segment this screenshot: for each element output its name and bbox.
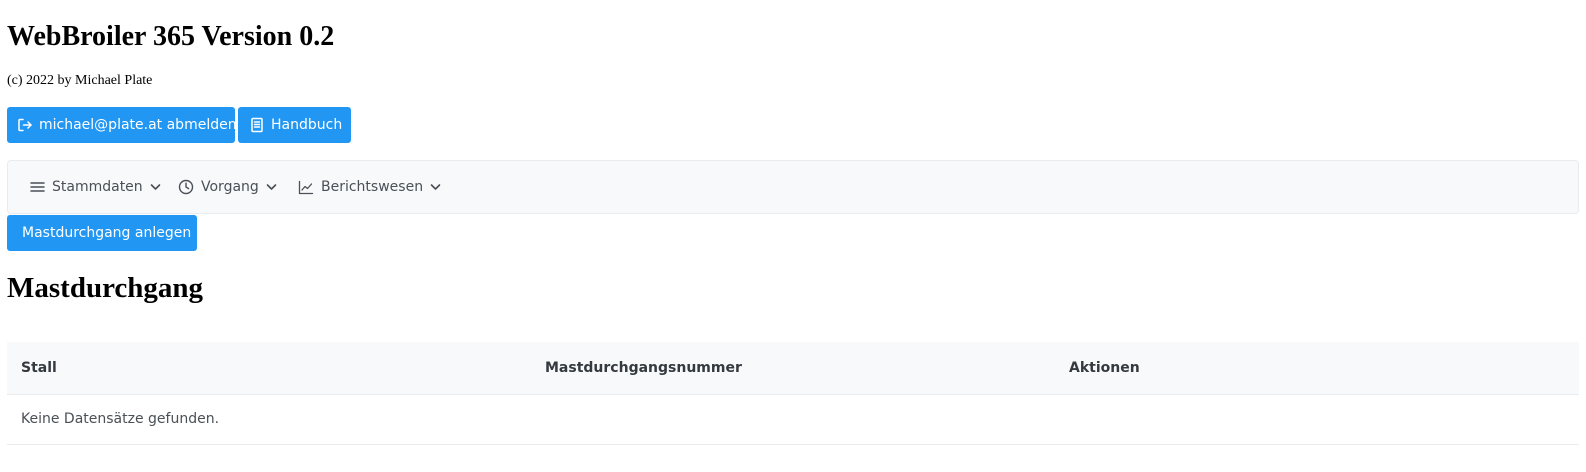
mastdurchgang-table: Stall Mastdurchgangsnummer Aktionen Kein… (7, 342, 1579, 445)
bars-icon (30, 180, 45, 194)
menu-item-label: Berichtswesen (321, 179, 424, 195)
book-icon (249, 117, 265, 133)
menu-item-vorgang[interactable]: Vorgang (178, 161, 277, 213)
sign-out-icon (17, 117, 33, 133)
clock-icon (178, 179, 194, 195)
table-header: Stall Mastdurchgangsnummer Aktionen (7, 342, 1579, 395)
logout-button[interactable]: michael@plate.at abmelden (7, 107, 237, 143)
manual-button-label: Handbuch (271, 117, 343, 133)
column-header-stall[interactable]: Stall (21, 342, 57, 394)
copyright-text: (c) 2022 by Michael Plate (7, 73, 153, 88)
create-mastdurchgang-button[interactable]: Mastdurchgang anlegen (7, 215, 197, 251)
app-title: WebBroiler 365 Version 0.2 (7, 21, 335, 52)
column-header-mastdurchgangsnummer[interactable]: Mastdurchgangsnummer (545, 342, 742, 394)
main-menubar: Stammdaten Vorgang Berichtswesen (7, 160, 1579, 214)
menu-item-berichtswesen[interactable]: Berichtswesen (298, 161, 441, 213)
chevron-down-icon (150, 183, 161, 191)
column-header-aktionen: Aktionen (1069, 360, 1140, 376)
chart-line-icon (298, 180, 314, 195)
page-title: Mastdurchgang (7, 272, 204, 304)
logout-button-label: michael@plate.at abmelden (39, 117, 237, 133)
menu-item-label: Vorgang (201, 179, 259, 195)
menu-item-stammdaten[interactable]: Stammdaten (30, 161, 161, 213)
chevron-down-icon (266, 183, 277, 191)
menu-item-label: Stammdaten (52, 179, 143, 195)
table-row: Keine Datensätze gefunden. (7, 395, 1579, 445)
manual-button[interactable]: Handbuch (238, 107, 351, 143)
chevron-down-icon (430, 183, 441, 191)
empty-message: Keine Datensätze gefunden. (21, 411, 220, 427)
